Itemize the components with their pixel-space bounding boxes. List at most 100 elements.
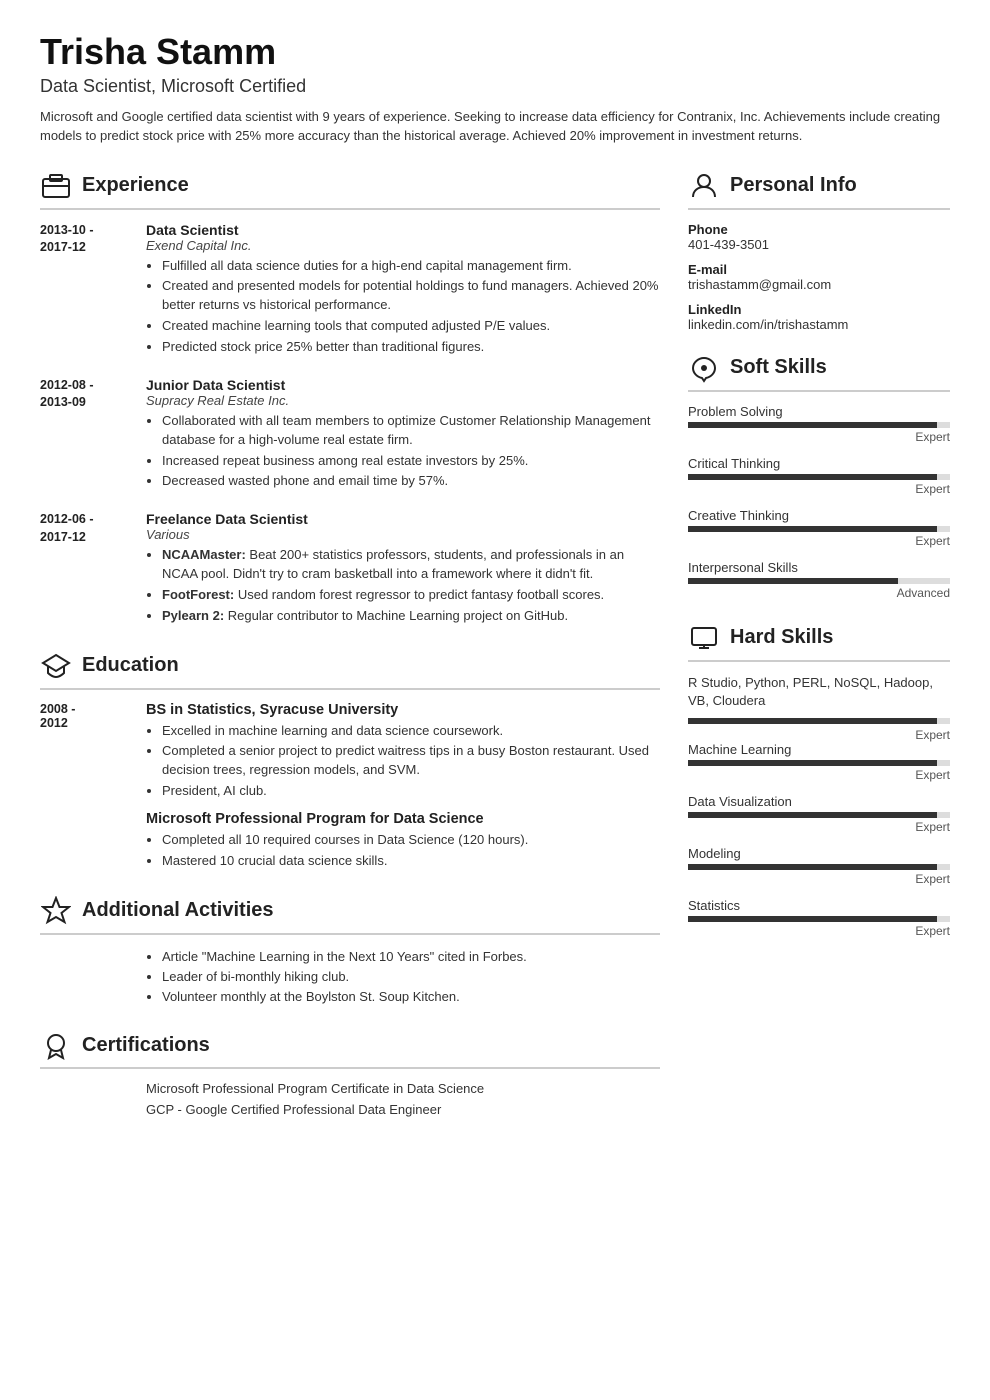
exp-title-2: Junior Data Scientist	[146, 377, 660, 393]
skill-level: Expert	[688, 820, 950, 834]
hard-skills-section: Hard Skills R Studio, Python, PERL, NoSQ…	[688, 622, 950, 938]
edu-bullet: Mastered 10 crucial data science skills.	[162, 852, 660, 871]
soft-skills-icon	[688, 352, 720, 384]
skill-bar-fill	[688, 760, 937, 766]
additional-header: Additional Activities	[40, 895, 660, 935]
edu-cert: Microsoft Professional Program for Data …	[146, 811, 660, 871]
candidate-name: Trisha Stamm	[40, 32, 950, 72]
personal-info-icon	[688, 170, 720, 202]
edu-bullet: Excelled in machine learning and data sc…	[162, 722, 660, 741]
linkedin-value: linkedin.com/in/trishastamm	[688, 317, 950, 332]
additional-bullets: Article "Machine Learning in the Next 10…	[146, 947, 660, 1007]
phone-item: Phone 401-439-3501	[688, 222, 950, 252]
soft-skills-title: Soft Skills	[730, 356, 827, 379]
exp-body-1: Data Scientist Exend Capital Inc. Fulfil…	[146, 222, 660, 359]
soft-skills-section: Soft Skills Problem Solving Expert Criti…	[688, 352, 950, 600]
cert-text-1: Microsoft Professional Program Certifica…	[146, 1081, 660, 1096]
candidate-title: Data Scientist, Microsoft Certified	[40, 76, 950, 97]
exp-date-2: 2012-08 -2013-09	[40, 377, 130, 493]
skill-bar-fill	[688, 864, 937, 870]
tech-list: R Studio, Python, PERL, NoSQL, Hadoop, V…	[688, 674, 950, 710]
education-title: Education	[82, 654, 179, 677]
linkedin-item: LinkedIn linkedin.com/in/trishastamm	[688, 302, 950, 332]
linkedin-label: LinkedIn	[688, 302, 950, 317]
exp-bullet: Pylearn 2: Regular contributor to Machin…	[162, 607, 660, 626]
edu-cert-bullets: Completed all 10 required courses in Dat…	[146, 831, 660, 871]
exp-bullet: Fulfilled all data science duties for a …	[162, 257, 660, 276]
exp-entry-1: 2013-10 -2017-12 Data Scientist Exend Ca…	[40, 222, 660, 359]
additional-date	[40, 947, 130, 1007]
skill-name: Statistics	[688, 898, 950, 913]
skill-modeling: Modeling Expert	[688, 846, 950, 886]
skill-bar-bg	[688, 526, 950, 532]
exp-entry-3: 2012-06 -2017-12 Freelance Data Scientis…	[40, 511, 660, 627]
edu-degree-1: BS in Statistics, Syracuse University	[146, 702, 660, 718]
skill-bar-fill	[688, 916, 937, 922]
cert-date-2	[40, 1102, 130, 1117]
experience-header: Experience	[40, 170, 660, 210]
skill-name: Creative Thinking	[688, 508, 950, 523]
education-section: Education 2008 -2012 BS in Statistics, S…	[40, 650, 660, 873]
exp-date-1: 2013-10 -2017-12	[40, 222, 130, 359]
education-icon	[40, 650, 72, 682]
education-header: Education	[40, 650, 660, 690]
skill-level: Advanced	[688, 586, 950, 600]
tech-bar-fill	[688, 718, 937, 724]
skill-level: Expert	[688, 924, 950, 938]
skill-name: Interpersonal Skills	[688, 560, 950, 575]
skill-creative-thinking: Creative Thinking Expert	[688, 508, 950, 548]
skill-bar-bg	[688, 422, 950, 428]
skill-name: Modeling	[688, 846, 950, 861]
edu-bullet: Completed a senior project to predict wa…	[162, 742, 660, 780]
skill-bar-fill	[688, 578, 898, 584]
edu-entry-1: 2008 -2012 BS in Statistics, Syracuse Un…	[40, 702, 660, 873]
edu-bullets-1: Excelled in machine learning and data sc…	[146, 722, 660, 801]
edu-bullet: President, AI club.	[162, 782, 660, 801]
soft-skills-header: Soft Skills	[688, 352, 950, 392]
skill-problem-solving: Problem Solving Expert	[688, 404, 950, 444]
exp-bullet: FootForest: Used random forest regressor…	[162, 586, 660, 605]
exp-bullets-1: Fulfilled all data science duties for a …	[146, 257, 660, 357]
exp-title-3: Freelance Data Scientist	[146, 511, 660, 527]
additional-icon	[40, 895, 72, 927]
exp-company-1: Exend Capital Inc.	[146, 238, 660, 253]
exp-date-3: 2012-06 -2017-12	[40, 511, 130, 627]
certifications-icon	[40, 1029, 72, 1061]
phone-label: Phone	[688, 222, 950, 237]
skill-level: Expert	[688, 534, 950, 548]
exp-bullet: Collaborated with all team members to op…	[162, 412, 660, 450]
email-label: E-mail	[688, 262, 950, 277]
exp-bullets-2: Collaborated with all team members to op…	[146, 412, 660, 491]
hard-skills-header: Hard Skills	[688, 622, 950, 662]
skill-bar-fill	[688, 526, 937, 532]
hard-skills-icon	[688, 622, 720, 654]
right-column: Personal Info Phone 401-439-3501 E-mail …	[688, 170, 950, 1139]
edu-body-1: BS in Statistics, Syracuse University Ex…	[146, 702, 660, 873]
skill-bar-fill	[688, 474, 937, 480]
skill-bar-fill	[688, 812, 937, 818]
skill-level: Expert	[688, 482, 950, 496]
edu-bullet: Completed all 10 required courses in Dat…	[162, 831, 660, 850]
tech-skill-level: Expert	[688, 728, 950, 742]
skill-bar-bg	[688, 474, 950, 480]
email-item: E-mail trishastamm@gmail.com	[688, 262, 950, 292]
skill-name: Critical Thinking	[688, 456, 950, 471]
skill-level: Expert	[688, 430, 950, 444]
skill-critical-thinking: Critical Thinking Expert	[688, 456, 950, 496]
left-column: Experience 2013-10 -2017-12 Data Scienti…	[40, 170, 660, 1139]
skill-machine-learning: Machine Learning Expert	[688, 742, 950, 782]
skill-bar-bg	[688, 760, 950, 766]
certifications-title: Certifications	[82, 1034, 210, 1057]
candidate-summary: Microsoft and Google certified data scie…	[40, 107, 950, 146]
main-content: Experience 2013-10 -2017-12 Data Scienti…	[40, 170, 950, 1139]
exp-body-3: Freelance Data Scientist Various NCAAMas…	[146, 511, 660, 627]
email-value: trishastamm@gmail.com	[688, 277, 950, 292]
cert-entry-1: Microsoft Professional Program Certifica…	[40, 1081, 660, 1096]
exp-bullet: NCAAMaster: Beat 200+ statistics profess…	[162, 546, 660, 584]
exp-bullet: Created machine learning tools that comp…	[162, 317, 660, 336]
skill-data-visualization: Data Visualization Expert	[688, 794, 950, 834]
edu-cert-title: Microsoft Professional Program for Data …	[146, 811, 660, 827]
exp-company-2: Supracy Real Estate Inc.	[146, 393, 660, 408]
experience-title: Experience	[82, 174, 189, 197]
skill-name: Data Visualization	[688, 794, 950, 809]
